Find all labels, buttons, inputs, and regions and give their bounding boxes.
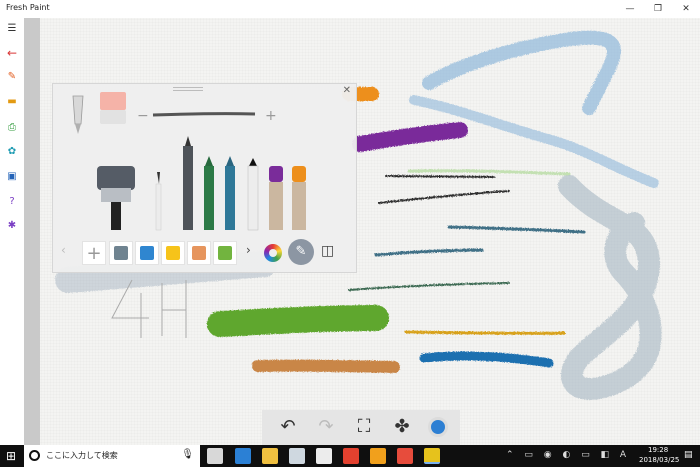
teal-pencil-tool[interactable] <box>225 156 235 230</box>
taskbar-search-box[interactable]: ここに入力して検索 🎙 <box>24 445 200 467</box>
app-title: Fresh Paint <box>6 3 50 12</box>
current-color-button[interactable] <box>424 414 452 440</box>
back-arrow-icon[interactable]: ← <box>4 46 20 60</box>
tools-tray: − + <box>72 92 306 231</box>
stroke-green <box>207 305 389 337</box>
size-plus-icon[interactable]: + <box>265 108 277 124</box>
swatch-slate-gray[interactable] <box>109 241 133 265</box>
windows-taskbar: ⊞ ここに入力して検索 🎙 ⌃ ▭ ◉ ◐ ▭ ◧ A 19:28 2018/0… <box>0 445 700 467</box>
stroke-mustard <box>404 330 566 335</box>
stroke-charcoal-2 <box>378 190 510 204</box>
fresh-paint-icon[interactable] <box>424 448 440 464</box>
help-icon[interactable]: ? <box>4 195 20 209</box>
painting-stage: ✕ − + ‹ + › ✎ ◫ <box>24 18 700 445</box>
save-icon[interactable]: ▣ <box>4 170 20 184</box>
fit-to-screen-button[interactable]: ⛶ <box>350 414 378 440</box>
easel-icon[interactable]: ◫ <box>321 243 334 259</box>
palette-next-icon[interactable]: › <box>246 243 251 257</box>
chrome-icon[interactable] <box>343 448 359 464</box>
brush-mode-button[interactable]: ✎ <box>288 239 314 265</box>
print-icon[interactable]: ⎙ <box>4 121 20 135</box>
title-bar: Fresh Paint — ❐ ✕ <box>0 0 700 18</box>
hamburger-menu-icon[interactable]: ☰ <box>4 22 20 36</box>
dry-paint-button[interactable]: ✤ <box>388 414 416 440</box>
stroke-brown-orange <box>252 359 400 373</box>
ink-pen-tool[interactable] <box>247 158 259 231</box>
size-minus-icon[interactable]: − <box>137 108 149 124</box>
fine-brush-tool[interactable] <box>155 172 162 231</box>
pencil-sketch <box>111 279 187 338</box>
tool-panel: ✕ − + ‹ + › ✎ ◫ <box>52 83 357 273</box>
color-palette-row: ‹ + › ✎ ◫ <box>53 239 358 271</box>
swatch-blue[interactable] <box>135 241 159 265</box>
swatch-orange-chip <box>192 246 206 260</box>
clock-time[interactable]: 19:28 <box>648 446 668 454</box>
clock-date[interactable]: 2018/03/25 <box>639 456 679 464</box>
file-explorer-icon[interactable] <box>262 448 278 464</box>
swatch-green-chip <box>218 246 232 260</box>
task-view-icon[interactable] <box>207 448 223 464</box>
brush-size-slider[interactable] <box>152 112 256 117</box>
add-color-button[interactable]: + <box>82 241 106 265</box>
stroke-dark-green <box>348 282 510 291</box>
close-window-button[interactable]: ✕ <box>672 0 700 18</box>
redo-button[interactable]: ↷ <box>312 414 340 440</box>
stroke-light-blue-1 <box>422 30 621 115</box>
orange-marker-tool[interactable] <box>292 166 306 230</box>
flat-brush-tool[interactable] <box>97 166 135 230</box>
undo-button[interactable]: ↶ <box>274 414 302 440</box>
photos-icon[interactable] <box>370 448 386 464</box>
stroke-gray-blue-swirl <box>558 175 662 400</box>
maximize-button[interactable]: ❐ <box>644 0 672 18</box>
swatch-slate-gray-chip <box>114 246 128 260</box>
stroke-teal-2 <box>374 248 484 257</box>
edge-icon[interactable] <box>235 448 251 464</box>
stroke-blue <box>419 351 554 368</box>
swatch-green[interactable] <box>213 241 237 265</box>
share-icon[interactable]: ✿ <box>4 145 20 159</box>
new-painting-icon[interactable]: ✎ <box>4 70 20 84</box>
current-color-icon <box>428 417 448 437</box>
stroke-light-green <box>407 169 571 176</box>
cortana-icon <box>29 450 40 461</box>
stroke-purple <box>352 122 468 152</box>
store-icon[interactable] <box>289 448 305 464</box>
stroke-teal-1 <box>447 225 586 234</box>
left-sidebar: ☰ ← ✎ ▬ ⎙ ✿ ▣ ? ✱ <box>0 18 24 445</box>
start-button-icon[interactable]: ⊞ <box>6 449 16 463</box>
palette-prev-icon[interactable]: ‹ <box>61 243 66 257</box>
action-center-icon[interactable]: ▤ <box>684 450 693 460</box>
eraser-tool[interactable] <box>100 92 126 124</box>
open-folder-icon[interactable]: ▬ <box>4 95 20 109</box>
search-placeholder: ここに入力して検索 <box>46 451 118 460</box>
palette-knife-tool[interactable] <box>72 95 84 134</box>
bottom-app-bar: ↶ ↷ ⛶ ✤ <box>262 410 460 445</box>
swatch-orange[interactable] <box>187 241 211 265</box>
system-tray-icons[interactable]: ⌃ ▭ ◉ ◐ ▭ ◧ A <box>506 450 630 460</box>
stroke-charcoal-1 <box>385 175 495 178</box>
media-player-icon[interactable] <box>397 448 413 464</box>
settings-gear-icon[interactable]: ✱ <box>4 219 20 233</box>
microphone-icon[interactable]: 🎙 <box>181 449 194 460</box>
minimize-button[interactable]: — <box>616 0 644 18</box>
purple-marker-tool[interactable] <box>269 166 283 230</box>
color-wheel-icon[interactable] <box>264 244 282 262</box>
swatch-yellow[interactable] <box>161 241 185 265</box>
swatch-yellow-chip <box>166 246 180 260</box>
swatch-blue-chip <box>140 246 154 260</box>
green-pencil-tool[interactable] <box>204 156 214 230</box>
graphite-pencil-tool[interactable] <box>183 136 193 230</box>
mail-icon[interactable] <box>316 448 332 464</box>
